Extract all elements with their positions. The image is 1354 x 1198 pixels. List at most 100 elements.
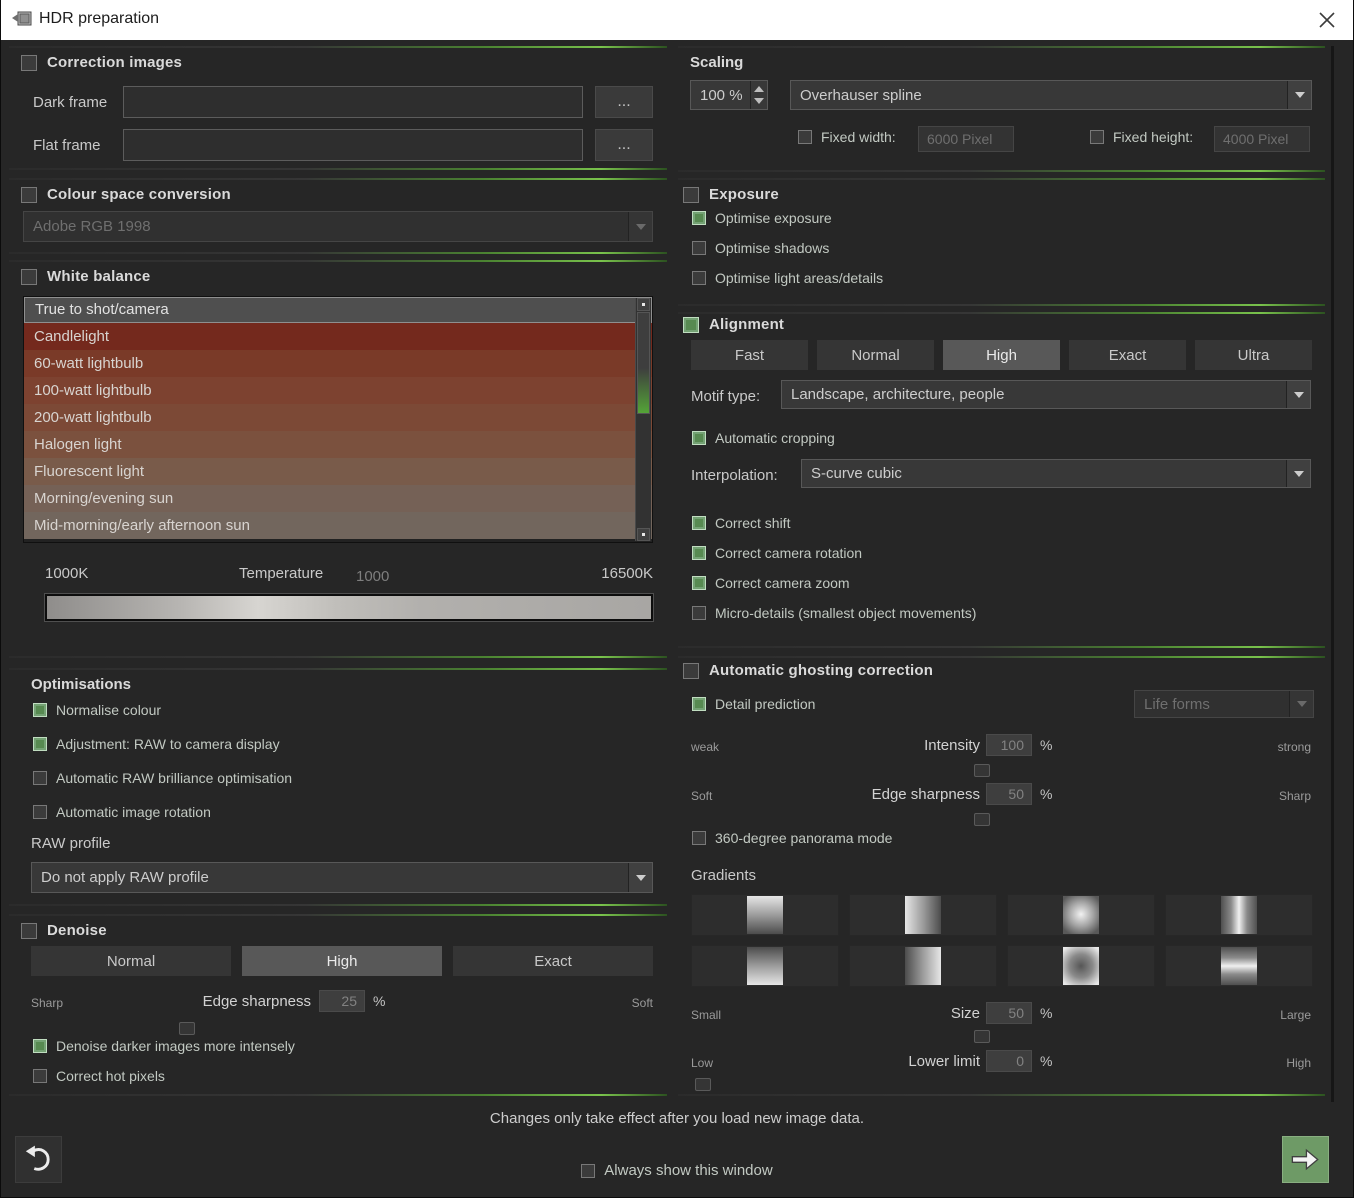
interpolation-dropdown[interactable]: S-curve cubic: [801, 459, 1311, 488]
correct-camera-rotation-checkbox[interactable]: [692, 546, 706, 560]
gradient-preset-1[interactable]: [691, 894, 839, 936]
temperature-slider[interactable]: [45, 594, 653, 621]
slider-handle[interactable]: [974, 813, 990, 826]
undo-button[interactable]: [15, 1136, 62, 1183]
gradient-thumbnail: [905, 896, 941, 934]
gradient-preset-3[interactable]: [1007, 894, 1155, 936]
undo-icon: [24, 1145, 53, 1174]
gradient-preset-5[interactable]: [691, 945, 839, 987]
gradient-preset-8[interactable]: [1165, 945, 1313, 987]
section-denoise: Denoise Normal High Exact Sharp Edge sha…: [9, 914, 667, 1096]
flat-frame-input[interactable]: [123, 129, 583, 161]
denoise-mode-high[interactable]: High: [242, 946, 442, 976]
white-balance-scrollbar[interactable]: [635, 298, 651, 541]
micro-details-checkbox[interactable]: [692, 606, 706, 620]
white-balance-option[interactable]: 100-watt lightbulb: [24, 377, 652, 404]
alignment-checkbox[interactable]: [683, 317, 699, 333]
section-white-balance: White balance True to shot/camera Candle…: [9, 260, 667, 658]
correct-camera-zoom-checkbox[interactable]: [692, 576, 706, 590]
correct-shift-checkbox[interactable]: [692, 516, 706, 530]
dark-frame-browse-button[interactable]: ...: [595, 86, 653, 118]
alignment-mode-ultra[interactable]: Ultra: [1195, 340, 1312, 370]
gradients-label: Gradients: [691, 867, 756, 884]
adjustment-raw-checkbox[interactable]: [33, 737, 47, 751]
white-balance-option[interactable]: Candlelight: [24, 323, 652, 350]
gradient-preset-2[interactable]: [849, 894, 997, 936]
detail-mode-dropdown[interactable]: Life forms: [1134, 690, 1314, 718]
white-balance-checkbox[interactable]: [21, 269, 37, 285]
denoise-mode-normal[interactable]: Normal: [31, 946, 231, 976]
scaling-percent-spinner[interactable]: 100 %: [690, 80, 768, 110]
intensity-slider: weak Intensity 100 % strong: [691, 736, 1311, 782]
intensity-value[interactable]: 100: [986, 734, 1032, 756]
alignment-mode-normal[interactable]: Normal: [817, 340, 934, 370]
edge-sharpness-value[interactable]: 25: [319, 990, 365, 1012]
chevron-down-icon: [1289, 691, 1313, 717]
white-balance-option[interactable]: Halogen light: [24, 431, 652, 458]
slider-handle[interactable]: [974, 1030, 990, 1043]
hot-pixels-checkbox[interactable]: [33, 1069, 47, 1083]
white-balance-option[interactable]: True to shot/camera: [24, 297, 652, 323]
colour-space-checkbox[interactable]: [21, 187, 37, 203]
white-balance-option[interactable]: 60-watt lightbulb: [24, 350, 652, 377]
white-balance-list: True to shot/camera Candlelight 60-watt …: [23, 296, 653, 543]
dark-frame-input[interactable]: [123, 86, 583, 118]
gradient-preset-4[interactable]: [1165, 894, 1313, 936]
section-title: Denoise: [47, 922, 107, 939]
panorama-mode-checkbox[interactable]: [692, 831, 706, 845]
denoise-mode-exact[interactable]: Exact: [453, 946, 653, 976]
chevron-down-icon: [1287, 81, 1311, 109]
ghost-edge-sharpness-value[interactable]: 50: [986, 783, 1032, 805]
slider-handle[interactable]: [179, 1022, 195, 1035]
white-balance-option[interactable]: Mid-morning/early afternoon sun: [24, 512, 652, 539]
motif-type-dropdown[interactable]: Landscape, architecture, people: [781, 380, 1311, 409]
fixed-height-input[interactable]: 4000 Pixel: [1214, 126, 1310, 152]
optimise-shadows-checkbox[interactable]: [692, 241, 706, 255]
alignment-mode-fast[interactable]: Fast: [691, 340, 808, 370]
exposure-checkbox[interactable]: [683, 187, 699, 203]
continue-button[interactable]: [1282, 1136, 1329, 1183]
denoise-darker-checkbox[interactable]: [33, 1039, 47, 1053]
correction-images-checkbox[interactable]: [21, 55, 37, 71]
flat-frame-label: Flat frame: [33, 137, 101, 154]
scroll-down-icon[interactable]: [637, 528, 650, 541]
raw-profile-dropdown[interactable]: Do not apply RAW profile: [31, 862, 653, 893]
spinner-arrows-icon[interactable]: [750, 81, 767, 109]
gradient-preset-7[interactable]: [1007, 945, 1155, 987]
auto-rotation-checkbox[interactable]: [33, 805, 47, 819]
section-exposure: Exposure Optimise exposure Optimise shad…: [678, 178, 1325, 306]
normalise-colour-checkbox[interactable]: [33, 703, 47, 717]
colour-space-dropdown[interactable]: Adobe RGB 1998: [23, 211, 653, 242]
alignment-mode-high[interactable]: High: [943, 340, 1060, 370]
white-balance-option[interactable]: Morning/evening sun: [24, 485, 652, 512]
chevron-down-icon: [628, 863, 652, 892]
dark-frame-label: Dark frame: [33, 94, 107, 111]
fixed-width-input[interactable]: 6000 Pixel: [918, 126, 1014, 152]
slider-handle[interactable]: [695, 1078, 711, 1091]
always-show-window-checkbox[interactable]: [581, 1164, 595, 1178]
fixed-height-checkbox[interactable]: [1090, 130, 1104, 144]
scroll-up-icon[interactable]: [637, 298, 650, 311]
scaling-method-dropdown[interactable]: Overhauser spline: [790, 80, 1312, 110]
detail-prediction-checkbox[interactable]: [692, 697, 706, 711]
flat-frame-browse-button[interactable]: ...: [595, 129, 653, 161]
automatic-cropping-checkbox[interactable]: [692, 431, 706, 445]
denoise-edge-sharpness-slider: Sharp Edge sharpness 25 % Soft: [31, 992, 653, 1038]
gradient-preset-6[interactable]: [849, 945, 997, 987]
raw-brilliance-checkbox[interactable]: [33, 771, 47, 785]
section-alignment: Alignment Fast Normal High Exact Ultra M…: [678, 312, 1325, 648]
white-balance-option[interactable]: Fluorescent light: [24, 458, 652, 485]
denoise-checkbox[interactable]: [21, 923, 37, 939]
scrollbar-thumb[interactable]: [637, 312, 650, 414]
slider-handle[interactable]: [974, 764, 990, 777]
alignment-mode-exact[interactable]: Exact: [1069, 340, 1186, 370]
close-icon[interactable]: [1315, 8, 1339, 32]
size-value[interactable]: 50: [986, 1002, 1032, 1024]
ghosting-checkbox[interactable]: [683, 663, 699, 679]
white-balance-option[interactable]: 200-watt lightbulb: [24, 404, 652, 431]
fixed-width-checkbox[interactable]: [798, 130, 812, 144]
optimise-exposure-checkbox[interactable]: [692, 211, 706, 225]
lower-limit-value[interactable]: 0: [986, 1050, 1032, 1072]
section-colour-space: Colour space conversion Adobe RGB 1998: [9, 178, 667, 254]
optimise-light-areas-checkbox[interactable]: [692, 271, 706, 285]
